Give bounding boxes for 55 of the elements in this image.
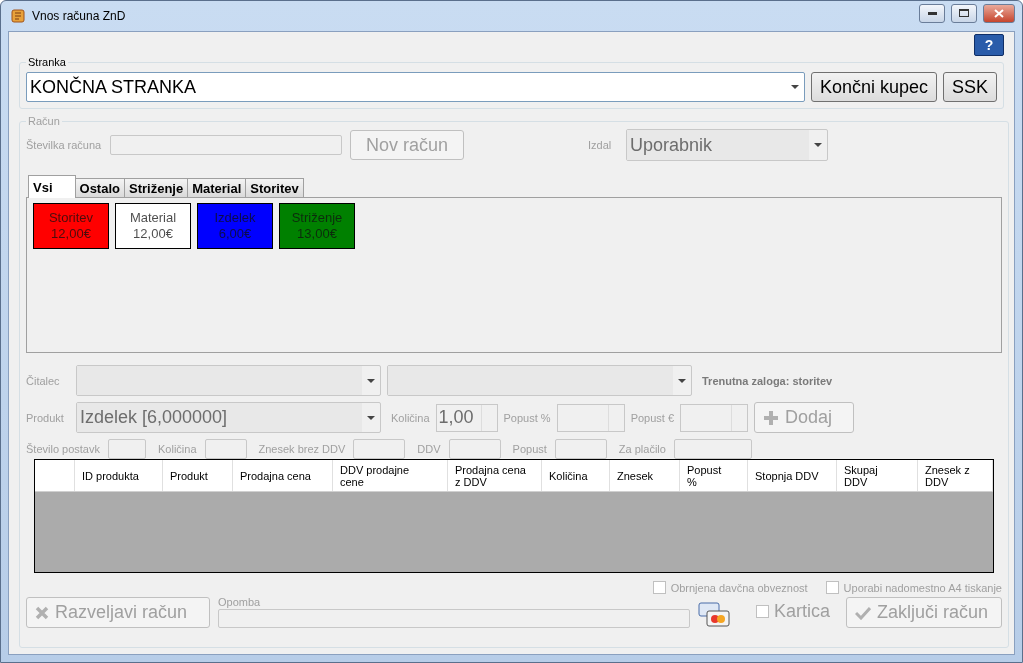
product-price: 13,00€ xyxy=(297,226,337,242)
dropdown-arrow-icon xyxy=(367,378,375,383)
dropdown-arrow-icon xyxy=(367,415,375,420)
total-label: DDV xyxy=(417,443,441,455)
checkbox-label: Obrnjena davčna obveznost xyxy=(670,581,808,594)
invoice-number-field[interactable] xyxy=(110,135,342,155)
window-title: Vnos računa ZnD xyxy=(32,9,127,23)
group-label: Stranka xyxy=(27,56,67,68)
dropdown-arrow-icon xyxy=(790,85,799,89)
dropdown-arrow-icon xyxy=(678,378,686,383)
field-label: Izdal xyxy=(588,139,613,151)
customer-button[interactable]: Končni kupec xyxy=(810,72,937,102)
reader-combo[interactable] xyxy=(387,365,692,396)
field-label: Količina xyxy=(391,411,430,424)
reader-combo[interactable] xyxy=(76,365,381,396)
close-button[interactable] xyxy=(983,3,1015,23)
product-price: 12,00€ xyxy=(133,226,173,242)
close-icon xyxy=(994,8,1004,18)
dropdown-arrow-icon xyxy=(814,143,822,147)
maximize-button[interactable] xyxy=(951,3,977,23)
note-field[interactable] xyxy=(218,609,690,628)
checkmark-icon xyxy=(855,605,871,620)
total-label: Količina xyxy=(158,443,197,455)
total-label: Za plačilo xyxy=(618,443,666,455)
product-name: Material xyxy=(129,210,177,226)
discount-spinner[interactable] xyxy=(680,403,749,432)
group-label: Račun xyxy=(27,115,61,127)
product-price: 6,00€ xyxy=(218,226,252,242)
stock-label: Trenutna zaloga: storitev xyxy=(702,374,833,387)
total-label: Znesek brez DDV xyxy=(258,443,346,455)
discount-spinner[interactable] xyxy=(556,403,625,432)
checkbox-label: Kartica xyxy=(773,601,830,622)
customer-button[interactable]: SSK xyxy=(942,72,997,102)
field-label: Opomba xyxy=(218,596,262,608)
field-label: Številka računa xyxy=(26,139,102,151)
total-label: Popust xyxy=(512,443,547,455)
help-button[interactable]: ? xyxy=(974,34,1004,56)
payment-cards-icon xyxy=(697,602,730,628)
product-name: Striženje xyxy=(291,210,343,226)
total-label: Število postavk xyxy=(26,443,100,455)
product-name: Izdelek xyxy=(214,210,256,226)
maximize-icon xyxy=(959,9,969,17)
minimize-button[interactable] xyxy=(919,3,945,23)
field-label: Popust € xyxy=(630,411,675,424)
field-label: Čitalec xyxy=(26,374,61,387)
field-label: Popust % xyxy=(503,411,551,424)
app-icon xyxy=(10,8,26,24)
customer-combo[interactable]: KONČNA STRANKA xyxy=(26,72,805,102)
plus-icon xyxy=(763,409,780,426)
cross-icon xyxy=(35,605,49,620)
product-price: 12,00€ xyxy=(51,226,91,242)
minimize-icon xyxy=(927,11,937,15)
field-label: Produkt xyxy=(26,411,65,424)
product-name: Storitev xyxy=(48,210,94,226)
checkbox-label: Uporabi nadomestno A4 tiskanje xyxy=(843,581,1002,594)
